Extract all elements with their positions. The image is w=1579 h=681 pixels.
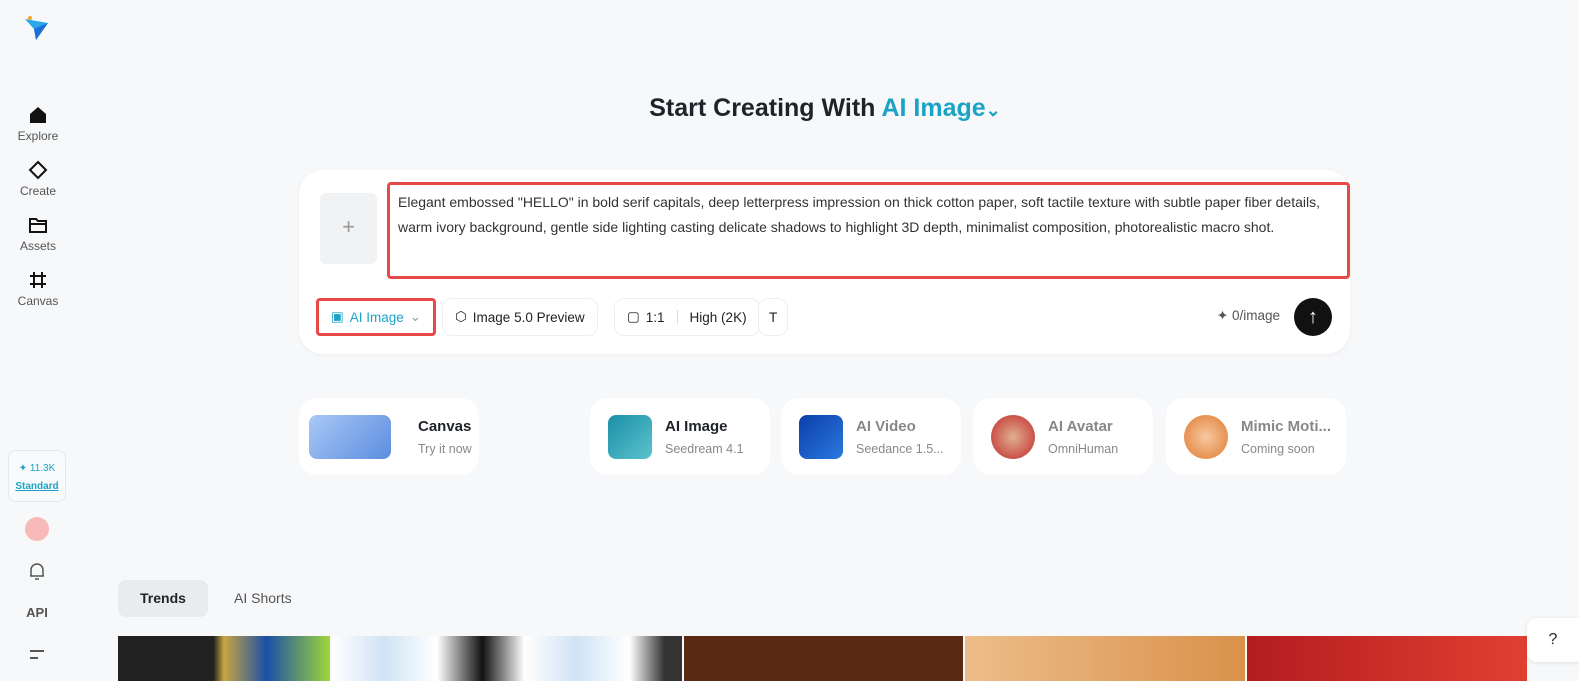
credits-count: ✦ 11.3K xyxy=(18,463,56,474)
feature-name: AI Avatar xyxy=(1048,418,1113,435)
sidebar-label: Canvas xyxy=(17,294,59,308)
ai-image-thumbnail xyxy=(608,415,652,459)
prompt-input[interactable]: Elegant embossed "HELLO" in bold serif c… xyxy=(387,182,1350,279)
send-button[interactable]: ↑ xyxy=(1294,298,1332,336)
feature-card-ai-image[interactable]: AI Image Seedream 4.1 xyxy=(590,398,770,475)
feature-name: AI Video xyxy=(856,418,916,435)
trend-card[interactable] xyxy=(1247,636,1527,681)
api-link[interactable]: API xyxy=(0,605,74,620)
menu-icon[interactable] xyxy=(29,649,45,661)
trend-card[interactable] xyxy=(965,636,1245,681)
model-select[interactable]: ⬡ Image 5.0 Preview xyxy=(442,298,598,336)
feature-name: Mimic Moti... xyxy=(1241,418,1331,435)
feature-card-ai-video[interactable]: AI Video Seedance 1.5... xyxy=(781,398,961,475)
chevron-down-icon: ⌄ xyxy=(985,100,1001,120)
prompt-composer: + Elegant embossed "HELLO" in bold serif… xyxy=(299,170,1350,354)
tab-trends[interactable]: Trends xyxy=(118,580,208,617)
square-icon: ▢ xyxy=(627,309,640,324)
feature-card-mimic-motion[interactable]: Mimic Moti... Coming soon xyxy=(1166,398,1346,475)
sidebar-item-create[interactable]: Create xyxy=(0,160,76,198)
feature-sub: Seedance 1.5... xyxy=(856,442,944,456)
folder-icon xyxy=(29,218,47,233)
add-reference-image-button[interactable]: + xyxy=(320,193,377,264)
feature-sub: Try it now xyxy=(418,442,472,456)
model-label: Image 5.0 Preview xyxy=(472,309,585,325)
credits-badge[interactable]: ✦ 11.3K Standard xyxy=(8,450,66,502)
feature-card-ai-avatar[interactable]: AI Avatar OmniHuman xyxy=(973,398,1153,475)
feature-sub: Seedream 4.1 xyxy=(665,442,744,456)
feature-card-canvas[interactable]: Canvas Try it now xyxy=(299,398,479,475)
app-logo[interactable] xyxy=(22,14,50,42)
avatar[interactable] xyxy=(25,517,49,541)
plan-label: Standard xyxy=(15,481,59,492)
sidebar-label: Create xyxy=(19,184,57,198)
frame-icon xyxy=(30,272,46,288)
mode-select-label: AI Image xyxy=(349,309,404,325)
sidebar-item-assets[interactable]: Assets xyxy=(0,215,76,253)
feature-name: AI Image xyxy=(665,418,728,435)
mimic-motion-thumbnail xyxy=(1184,415,1228,459)
title-prefix: Start Creating With xyxy=(649,94,876,122)
cost-label: ✦ 0/image xyxy=(1216,308,1280,323)
quality-label: High (2K) xyxy=(689,309,747,325)
ratio-label: 1:1 xyxy=(645,309,665,325)
help-button[interactable]: ? xyxy=(1527,618,1579,662)
sidebar-label: Assets xyxy=(19,239,56,253)
trend-card[interactable] xyxy=(684,636,963,681)
canvas-thumbnail xyxy=(309,415,391,459)
mode-select[interactable]: ▣ AI Image ⌄ xyxy=(316,298,437,336)
ai-video-thumbnail xyxy=(799,415,843,459)
diamond-icon xyxy=(28,160,48,180)
trend-card[interactable] xyxy=(332,636,682,681)
bell-icon[interactable] xyxy=(28,561,46,581)
page-title: Start Creating With AI Image⌄ xyxy=(0,94,1579,123)
mode-label: AI Image xyxy=(881,94,986,122)
ai-avatar-thumbnail xyxy=(991,415,1035,459)
text-icon: T xyxy=(769,309,778,325)
feature-name: Canvas xyxy=(418,418,472,435)
sidebar-item-canvas[interactable]: Canvas xyxy=(0,270,76,308)
feature-sub: OmniHuman xyxy=(1048,442,1119,456)
ai-image-icon: ▣ xyxy=(331,309,344,324)
cube-icon: ⬡ xyxy=(455,309,467,324)
tab-ai-shorts[interactable]: AI Shorts xyxy=(212,580,314,617)
text-style-button[interactable]: T xyxy=(758,298,789,336)
trend-card[interactable] xyxy=(118,636,330,681)
feature-sub: Coming soon xyxy=(1241,442,1315,456)
mode-dropdown[interactable]: AI Image⌄ xyxy=(881,94,1000,122)
chevron-down-icon: ⌄ xyxy=(409,309,422,324)
ratio-quality-select[interactable]: ▢ 1:1 High (2K) xyxy=(614,298,760,336)
sidebar-label: Explore xyxy=(17,129,59,143)
